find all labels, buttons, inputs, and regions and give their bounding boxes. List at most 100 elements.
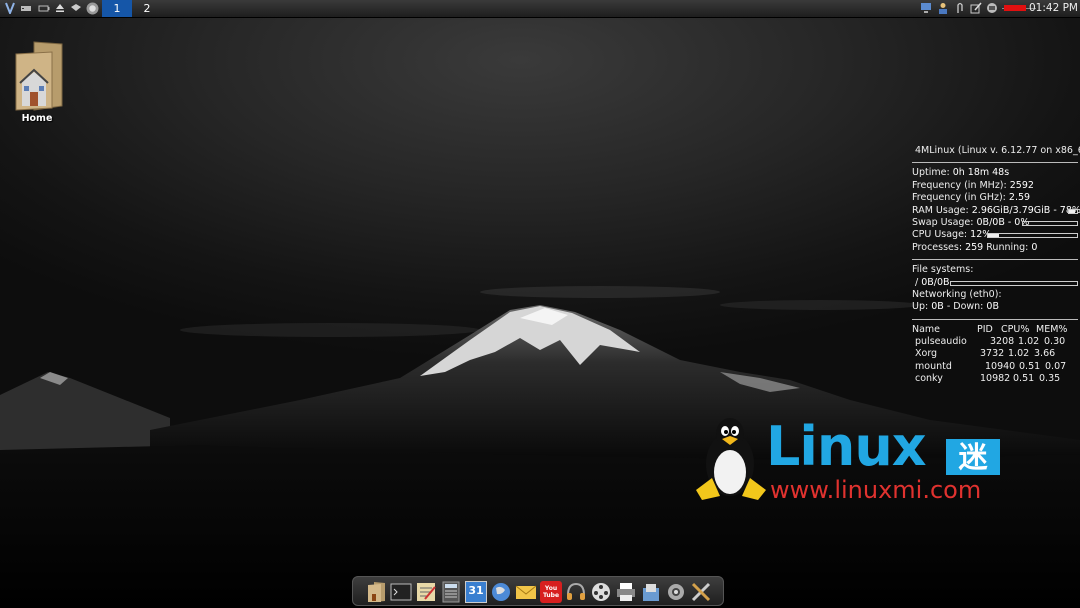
ram-label: RAM Usage: — [912, 204, 969, 216]
drive-icon[interactable] — [20, 2, 32, 14]
proc-cpu: 1.02 — [1018, 336, 1040, 348]
process-row: mountd 10940 0.51 0.07 — [912, 361, 1078, 373]
calculator-icon[interactable] — [440, 581, 462, 603]
workspace-1-button[interactable]: 1 — [102, 0, 132, 17]
calendar-day: 31 — [468, 584, 484, 597]
proc-mem: 3.66 — [1034, 348, 1056, 360]
proc-pid: 10940 — [985, 360, 1016, 372]
col-name: Name — [912, 323, 941, 335]
workspace-2-button[interactable]: 2 — [132, 0, 162, 17]
home-folder-icon[interactable] — [12, 40, 64, 112]
home-label[interactable]: Home — [12, 113, 62, 124]
headphones-icon[interactable] — [565, 581, 587, 603]
proc-cpu: 0.51 — [1013, 373, 1035, 385]
clock[interactable]: 01:42 PM — [1029, 0, 1078, 17]
fs-label: File systems: — [912, 264, 974, 276]
text-editor-icon[interactable] — [415, 581, 437, 603]
freq-ghz-row: Frequency (in GHz): 2.59 — [912, 192, 1078, 204]
proc-name: Xorg — [915, 348, 938, 360]
proc-pid: 3732 — [980, 348, 1005, 360]
settings-icon[interactable] — [665, 581, 687, 603]
divider — [912, 259, 1078, 261]
watermark-title: Linux — [766, 415, 927, 478]
edit-icon[interactable] — [970, 2, 982, 14]
proc-mem: 0.35 — [1039, 373, 1061, 385]
fs-root-label: / — [915, 276, 919, 288]
processes-row: Processes: 259 Running: 0 — [912, 242, 1078, 254]
running-value: 0 — [1031, 241, 1038, 253]
up-label: Up: — [912, 301, 929, 313]
process-row: pulseaudio 3208 1.02 0.30 — [912, 336, 1078, 348]
cpu-bar-fill — [988, 234, 999, 238]
up-value: 0B — [931, 301, 944, 313]
proc-pid: 3208 — [990, 336, 1015, 348]
watermark-mi-badge: 迷 — [946, 439, 1000, 475]
ram-bar-fill — [1069, 209, 1076, 213]
conky-system-monitor: 4MLinux (Linux v. 6.12.77 on x86_64) Upt… — [912, 145, 1080, 386]
proc-mem: 0.07 — [1045, 360, 1067, 372]
top-panel: 1 2 01:42 PM — [0, 0, 1080, 18]
updown-row: Up: 0B - Down: 0B — [912, 301, 1078, 313]
battery-icon[interactable] — [38, 2, 50, 14]
watermark-url: www.linuxmi.com — [770, 476, 982, 504]
freq-mhz-row: Frequency (in MHz): 2592 — [912, 180, 1078, 192]
folder-icon[interactable] — [365, 581, 387, 603]
cpu-bar — [987, 233, 1078, 239]
col-pid: PID — [977, 323, 993, 335]
running-label: Running: — [986, 241, 1029, 253]
user-icon[interactable] — [937, 2, 949, 14]
freq-ghz-value: 2.59 — [1008, 192, 1031, 204]
process-row: Xorg 3732 1.02 3.66 — [912, 348, 1078, 360]
proc-cpu: 1.02 — [1008, 348, 1030, 360]
terminal-icon[interactable] — [390, 581, 412, 603]
proc-name: mountd — [915, 360, 952, 372]
proc-name: pulseaudio — [915, 336, 967, 348]
divider — [912, 162, 1078, 164]
fs-bar — [950, 280, 1078, 286]
swap-label: Swap Usage: — [912, 216, 974, 228]
proc-name: conky — [915, 373, 943, 385]
update-icon[interactable] — [86, 2, 99, 15]
uptime-label: Uptime: — [912, 167, 950, 179]
youtube-label: You Tube — [542, 585, 560, 599]
uptime-value: 0h 18m 48s — [952, 167, 1010, 179]
youtube-icon[interactable]: You Tube — [540, 581, 562, 603]
printer-icon[interactable] — [986, 2, 998, 14]
down-value: 0B — [986, 301, 999, 313]
divider — [912, 318, 1078, 320]
file-share-icon[interactable] — [640, 581, 662, 603]
calendar-icon[interactable]: 31 — [465, 581, 487, 603]
display-icon[interactable] — [920, 2, 932, 14]
desktop[interactable]: 1 2 01:42 PM Home 4MLinux (Linux v. 6.12… — [0, 0, 1080, 608]
down-label: - Down: — [946, 301, 984, 313]
xfce-menu-icon[interactable] — [4, 2, 16, 14]
process-row: conky 10982 0.51 0.35 — [912, 373, 1078, 385]
network-icon[interactable] — [70, 2, 82, 14]
freq-ghz-label: Frequency (in GHz): — [912, 192, 1006, 204]
tools-icon[interactable] — [690, 581, 712, 603]
clip-icon[interactable] — [954, 2, 966, 14]
video-icon[interactable] — [590, 581, 612, 603]
net-row: Networking (eth0): — [912, 289, 1078, 301]
fs-root-value: 0B/0B — [921, 276, 950, 288]
ram-value: 2.96GiB/3.79GiB - 78% — [971, 204, 1080, 216]
eject-icon[interactable] — [54, 2, 66, 14]
freq-mhz-value: 2592 — [1009, 179, 1034, 191]
linuxmi-watermark: Linux 迷 www.linuxmi.com — [694, 412, 1004, 504]
proc-cpu: 0.51 — [1019, 360, 1041, 372]
tux-penguin-icon — [696, 418, 766, 500]
cpu-label: CPU Usage: — [912, 229, 968, 241]
fs-root-row: / 0B/0B — [912, 277, 1078, 289]
processes-value: 259 — [965, 241, 984, 253]
process-table-header: Name PID CPU% MEM% — [912, 324, 1078, 336]
fs-row: File systems: — [912, 264, 1078, 276]
conky-header: 4MLinux (Linux v. 6.12.77 on x86_64) — [915, 145, 1080, 156]
mail-icon[interactable] — [515, 581, 537, 603]
proc-mem: 0.30 — [1044, 336, 1066, 348]
freq-mhz-label: Frequency (in MHz): — [912, 179, 1007, 191]
uptime-row: Uptime: 0h 18m 48s — [912, 167, 1078, 179]
browser-icon[interactable] — [490, 581, 512, 603]
printer-dock-icon[interactable] — [615, 581, 637, 603]
processes-label: Processes: — [912, 241, 963, 253]
proc-pid: 10982 — [980, 373, 1011, 385]
